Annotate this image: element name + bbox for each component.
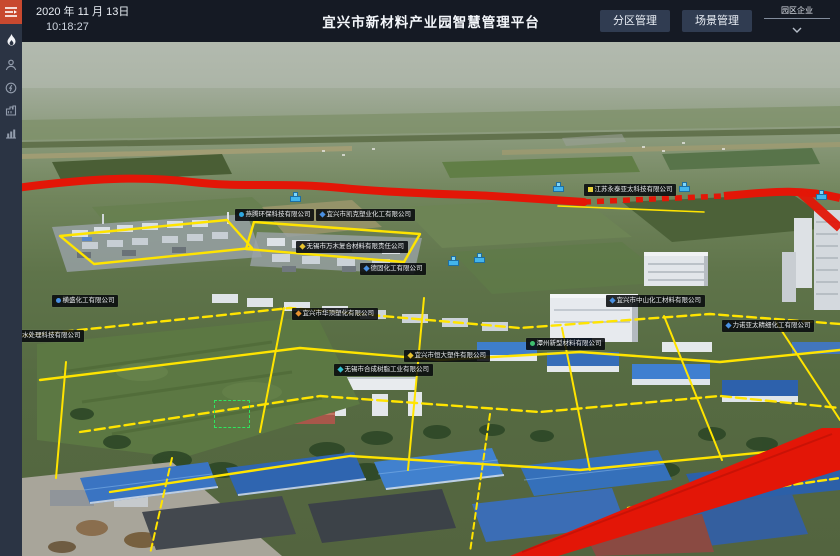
chevron-down-icon [792,27,802,33]
company-name: 德固化工有限公司 [371,266,423,273]
company-marker-icon [588,187,593,192]
dropdown-label: 园区企业 [764,6,830,16]
company-marker-icon [319,212,325,218]
company-name: 宜兴市中山化工材料有限公司 [617,298,702,305]
company-name: 横盛化工有限公司 [63,298,115,305]
selection-box[interactable] [214,400,250,428]
blue-model-marker[interactable] [816,190,828,200]
map-label[interactable]: 无锡市万木复合材料有限责任公司 [296,241,408,253]
company-marker-icon [239,212,244,217]
marker-base [816,194,827,200]
blue-model-marker[interactable] [290,192,302,202]
marker-base [290,196,301,202]
company-name: 无锡市万木复合材料有限责任公司 [307,244,405,251]
company-name: 燕腾环保科技有限公司 [246,212,311,219]
marker-base [474,257,485,263]
map-label[interactable]: 宜兴市凯克塑业化工有限公司 [316,209,415,221]
company-marker-icon [56,298,61,303]
dropdown-divider [764,18,830,19]
statistics-button[interactable] [3,126,19,140]
header-date: 2020 年 11 月 13日 [36,5,129,20]
map-label[interactable]: 横盛化工有限公司 [52,295,118,307]
zone-manage-button[interactable]: 分区管理 [600,10,670,32]
map-label[interactable]: 宜兴市中山化工材料有限公司 [606,295,705,307]
map-label-layer: 燕腾环保科技有限公司 宜兴市凯克塑业化工有限公司无锡市万木复合材料有限责任公司德固… [22,42,840,556]
blue-model-marker[interactable] [679,182,691,192]
blue-model-marker[interactable] [553,182,565,192]
company-marker-icon [407,353,413,359]
menu-button[interactable] [0,0,22,24]
hamburger-icon [5,7,17,17]
fire-icon [6,34,17,47]
sidebar [0,0,22,556]
marker-base [448,260,459,266]
scene-manage-button[interactable]: 场景管理 [682,10,752,32]
header-time: 10:18:27 [46,20,129,35]
company-marker-icon [363,266,369,272]
company-name: 兴国际水处理科技有限公司 [22,333,81,340]
company-name: 江苏永泰亚太科技有限公司 [595,187,673,194]
company-name: 宜兴市华顶塑化有限公司 [303,311,375,318]
blue-model-marker[interactable] [474,253,486,263]
map-label[interactable]: 力诺亚太精细化工有限公司 [722,320,814,332]
company-name: 无锡市合成树脂工业有限公司 [345,367,430,374]
park-enterprise-dropdown[interactable]: 园区企业 [764,4,830,38]
datetime: 2020 年 11 月 13日 10:18:27 [36,5,129,35]
fire-alarm-button[interactable] [3,33,19,47]
energy-icon [5,82,17,94]
map-label[interactable]: 江苏永泰亚太科技有限公司 [584,184,676,196]
company-name: 潭州新型材料有限公司 [537,341,602,348]
company-name: 宜兴市凯克塑业化工有限公司 [327,212,412,219]
top-bar: 2020 年 11 月 13日 10:18:27 宜兴市新材料产业园智慧管理平台… [22,0,840,42]
map-label[interactable]: 德固化工有限公司 [360,263,426,275]
marker-base [679,186,690,192]
factory-button[interactable] [3,103,19,117]
map-label[interactable]: 潭州新型材料有限公司 [526,338,605,350]
company-name: 力诺亚太精细化工有限公司 [733,323,811,330]
header-actions: 分区管理 场景管理 园区企业 [600,0,830,42]
map-label[interactable]: 无锡市合成树脂工业有限公司 [334,364,433,376]
company-marker-icon [337,367,343,373]
marker-base [553,186,564,192]
company-marker-icon [609,298,615,304]
company-marker-icon [725,323,731,329]
map-label[interactable]: 宜兴市华顶塑化有限公司 [292,308,378,320]
factory-icon [5,104,17,116]
smart-park-platform: 2020 年 11 月 13日 10:18:27 宜兴市新材料产业园智慧管理平台… [0,0,840,556]
company-marker-icon [295,311,301,317]
map-label[interactable]: 燕腾环保科技有限公司 [235,209,314,221]
blue-model-marker[interactable] [448,256,460,266]
energy-button[interactable] [3,81,19,95]
company-marker-icon [530,341,535,346]
user-button[interactable] [3,58,19,72]
map-3d-view[interactable]: 燕腾环保科技有限公司 宜兴市凯克塑业化工有限公司无锡市万木复合材料有限责任公司德固… [22,42,840,556]
user-icon [5,59,17,71]
bar-chart-icon [5,127,17,139]
map-label[interactable]: 兴国际水处理科技有限公司 [22,330,84,342]
company-name: 宜兴市恒大塑件有限公司 [415,353,487,360]
company-marker-icon [299,244,305,250]
map-label[interactable]: 宜兴市恒大塑件有限公司 [404,350,490,362]
